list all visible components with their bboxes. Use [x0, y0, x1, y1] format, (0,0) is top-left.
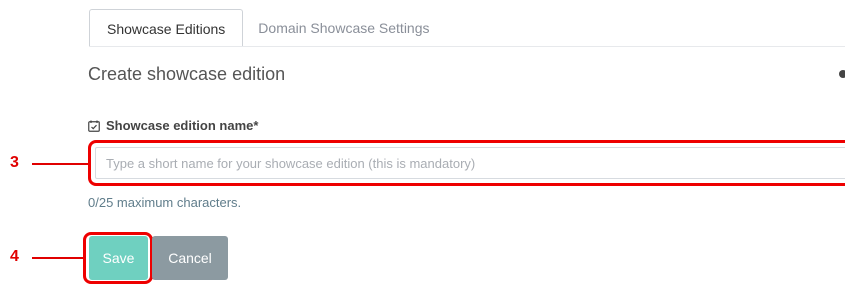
tab-bar: Showcase Editions Domain Showcase Settin…	[89, 9, 445, 47]
callout-line-4	[32, 257, 83, 259]
showcase-edition-name-input[interactable]	[95, 147, 845, 179]
field-label: Showcase edition name*	[88, 118, 258, 133]
calendar-check-icon	[88, 120, 100, 132]
tab-divider	[89, 46, 845, 47]
save-button[interactable]: Save	[89, 236, 148, 280]
cancel-button[interactable]: Cancel	[152, 236, 228, 280]
field-label-text: Showcase edition name*	[106, 118, 259, 133]
status-dot	[839, 70, 845, 78]
page-title: Create showcase edition	[88, 64, 286, 84]
tab-domain-showcase-settings[interactable]: Domain Showcase Settings	[243, 9, 444, 47]
tab-showcase-editions[interactable]: Showcase Editions	[89, 9, 244, 47]
callout-line-3	[32, 163, 88, 165]
callout-number-3: 3	[10, 154, 19, 171]
callout-number-4: 4	[10, 248, 19, 265]
character-counter: 0/25 maximum characters.	[88, 195, 242, 210]
input-highlight-frame	[88, 140, 845, 186]
